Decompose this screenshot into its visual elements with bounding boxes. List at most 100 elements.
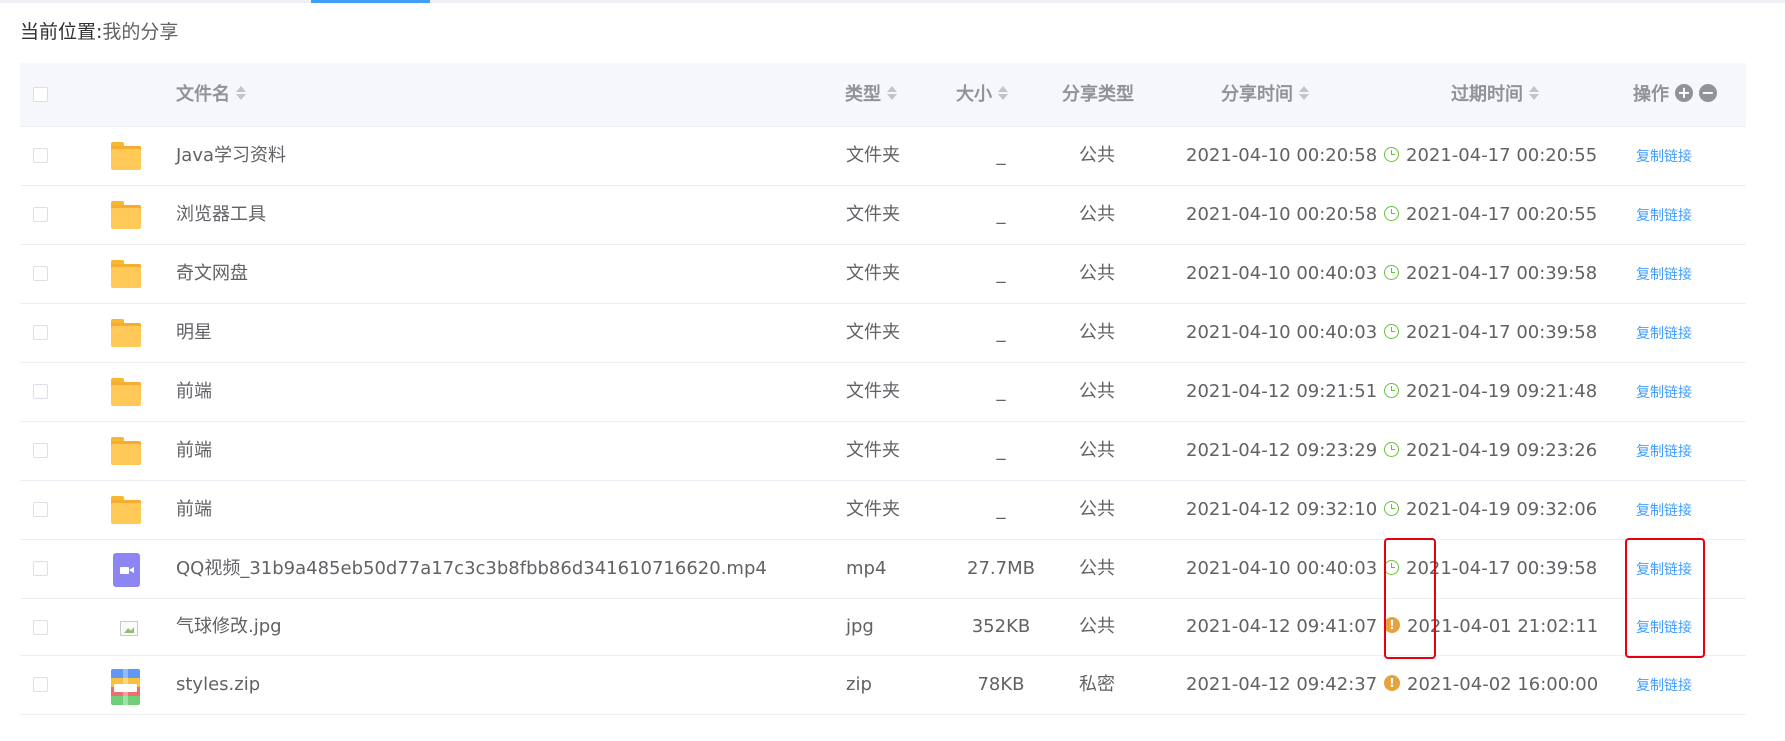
- copy-link-button[interactable]: 复制链接: [1636, 620, 1692, 636]
- file-type: 文件夹: [846, 145, 900, 166]
- sort-icon[interactable]: [998, 85, 1008, 101]
- row-checkbox[interactable]: [33, 620, 48, 635]
- file-name[interactable]: 前端: [176, 481, 212, 539]
- clock-icon: [1384, 382, 1399, 398]
- copy-link-button[interactable]: 复制链接: [1636, 326, 1692, 342]
- expire-time: 2021-04-17 00:39:58: [1406, 558, 1598, 579]
- file-name[interactable]: QQ视频_31b9a485eb50d77a17c3c3b8fbb86d34161…: [176, 540, 767, 598]
- action-cell: 复制链接: [1636, 245, 1692, 303]
- sort-icon[interactable]: [236, 85, 246, 101]
- clock-icon: [1384, 559, 1399, 575]
- action-cell: 复制链接: [1636, 304, 1692, 362]
- clock-icon: [1384, 264, 1399, 280]
- folder-icon: [111, 140, 141, 172]
- sort-icon[interactable]: [1529, 85, 1539, 101]
- table-row[interactable]: 明星 文件夹 _ 公共 2021-04-10 00:40:03 2021-04-17 00…: [20, 304, 1746, 363]
- row-checkbox[interactable]: [33, 677, 48, 692]
- expire-cell: ! 2021-04-01 21:02:11: [1384, 599, 1598, 655]
- file-type: 文件夹: [846, 263, 900, 284]
- share-time: 2021-04-10 00:40:03: [1186, 263, 1378, 284]
- share-time: 2021-04-10 00:40:03: [1186, 322, 1378, 343]
- share-time: 2021-04-10 00:40:03: [1186, 558, 1378, 579]
- copy-link-button[interactable]: 复制链接: [1636, 149, 1692, 165]
- folder-icon: [111, 199, 141, 231]
- table-row[interactable]: 奇文网盘 文件夹 _ 公共 2021-04-10 00:40:03 2021-04-17 …: [20, 245, 1746, 304]
- file-name[interactable]: styles.zip: [176, 656, 260, 714]
- folder-icon: [111, 317, 141, 349]
- share-type: 公共: [1079, 322, 1115, 343]
- expire-time: 2021-04-17 00:39:58: [1406, 263, 1598, 284]
- action-cell: 复制链接: [1636, 127, 1692, 185]
- table-row[interactable]: 浏览器工具 文件夹 _ 公共 2021-04-10 00:20:58 2021-04-17…: [20, 186, 1746, 245]
- copy-link-button[interactable]: 复制链接: [1636, 267, 1692, 283]
- expire-time: 2021-04-02 16:00:00: [1407, 674, 1599, 695]
- copy-link-button[interactable]: 复制链接: [1636, 385, 1692, 401]
- warning-icon: !: [1384, 617, 1400, 633]
- copy-link-button[interactable]: 复制链接: [1636, 678, 1692, 694]
- broken-image-icon: [120, 621, 138, 636]
- table-row[interactable]: 前端 文件夹 _ 公共 2021-04-12 09:21:51 2021-04-19 09…: [20, 363, 1746, 422]
- table-row[interactable]: 前端 文件夹 _ 公共 2021-04-12 09:32:10 2021-04-19 09…: [20, 481, 1746, 540]
- action-cell: 复制链接: [1636, 599, 1692, 655]
- row-checkbox[interactable]: [33, 325, 48, 340]
- column-header-size[interactable]: 大小: [956, 63, 1008, 126]
- expire-cell: 2021-04-17 00:20:55: [1384, 127, 1597, 185]
- file-name[interactable]: 前端: [176, 363, 212, 421]
- row-checkbox[interactable]: [33, 443, 48, 458]
- copy-link-button[interactable]: 复制链接: [1636, 444, 1692, 460]
- row-checkbox[interactable]: [33, 207, 48, 222]
- copy-link-button[interactable]: 复制链接: [1636, 503, 1692, 519]
- plus-icon[interactable]: +: [1675, 84, 1693, 102]
- column-header-name[interactable]: 文件名: [176, 63, 246, 126]
- row-checkbox[interactable]: [33, 502, 48, 517]
- copy-link-button[interactable]: 复制链接: [1636, 562, 1692, 578]
- expire-time: 2021-04-17 00:20:55: [1406, 145, 1598, 166]
- column-header-type[interactable]: 类型: [845, 63, 897, 126]
- clock-icon: [1384, 146, 1399, 162]
- file-name[interactable]: 浏览器工具: [176, 186, 266, 244]
- table-row[interactable]: styles.zip zip 78KB 私密 2021-04-12 09:42:37! 2…: [20, 656, 1746, 715]
- action-cell: 复制链接: [1636, 422, 1692, 480]
- action-cell: 复制链接: [1636, 186, 1692, 244]
- file-name[interactable]: 气球修改.jpg: [176, 599, 282, 655]
- folder-icon: [111, 258, 141, 290]
- row-checkbox[interactable]: [33, 384, 48, 399]
- row-checkbox[interactable]: [33, 148, 48, 163]
- column-header-share-time[interactable]: 分享时间: [1221, 63, 1309, 126]
- table-row[interactable]: 气球修改.jpg jpg 352KB 公共 2021-04-12 09:41:07! 20…: [20, 599, 1746, 656]
- share-time: 2021-04-12 09:32:10: [1186, 499, 1378, 520]
- sort-icon[interactable]: [1299, 85, 1309, 101]
- select-all-checkbox[interactable]: [33, 87, 48, 102]
- minus-icon[interactable]: −: [1699, 84, 1717, 102]
- file-type: jpg: [846, 616, 874, 637]
- expire-time: 2021-04-19 09:21:48: [1406, 381, 1598, 402]
- share-time: 2021-04-10 00:20:58: [1186, 204, 1378, 225]
- clock-icon: [1384, 205, 1399, 221]
- table-row[interactable]: 前端 文件夹 _ 公共 2021-04-12 09:23:29 2021-04-19 09…: [20, 422, 1746, 481]
- action-cell: 复制链接: [1636, 363, 1692, 421]
- row-checkbox[interactable]: [33, 561, 48, 576]
- share-time: 2021-04-10 00:20:58: [1186, 145, 1378, 166]
- breadcrumb-current: 我的分享: [102, 21, 179, 43]
- table-row[interactable]: Java学习资料 文件夹 _ 公共 2021-04-10 00:20:58 2021-04…: [20, 127, 1746, 186]
- file-name[interactable]: 前端: [176, 422, 212, 480]
- column-share-time-label: 分享时间: [1221, 84, 1293, 105]
- active-tab-indicator: [311, 0, 430, 3]
- expire-cell: 2021-04-17 00:20:55: [1384, 186, 1597, 244]
- file-name[interactable]: 奇文网盘: [176, 245, 248, 303]
- copy-link-button[interactable]: 复制链接: [1636, 208, 1692, 224]
- action-cell: 复制链接: [1636, 481, 1692, 539]
- sort-icon[interactable]: [887, 85, 897, 101]
- file-name[interactable]: Java学习资料: [176, 127, 286, 185]
- column-share-type-label: 分享类型: [1062, 84, 1134, 105]
- share-time: 2021-04-12 09:42:37: [1186, 674, 1378, 695]
- column-header-expire-time[interactable]: 过期时间: [1451, 63, 1539, 126]
- expire-cell: 2021-04-17 00:39:58: [1384, 245, 1597, 303]
- share-type: 公共: [1079, 616, 1115, 637]
- row-checkbox[interactable]: [33, 266, 48, 281]
- file-name[interactable]: 明星: [176, 304, 212, 362]
- warning-icon: !: [1384, 675, 1400, 691]
- breadcrumb: 当前位置:我的分享: [20, 20, 178, 44]
- column-expire-time-label: 过期时间: [1451, 84, 1523, 105]
- table-row[interactable]: QQ视频_31b9a485eb50d77a17c3c3b8fbb86d34161…: [20, 540, 1746, 599]
